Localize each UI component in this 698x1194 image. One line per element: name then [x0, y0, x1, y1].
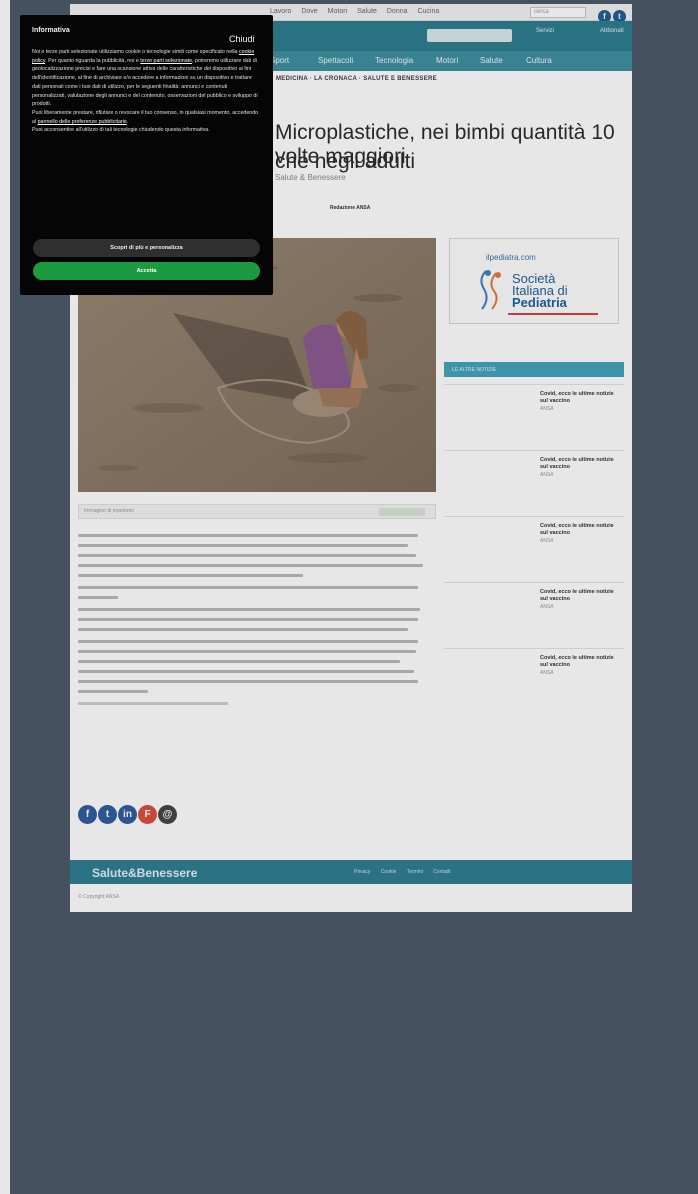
masthead-services-button[interactable]: Servizi	[536, 27, 554, 35]
paragraph-2	[78, 586, 436, 599]
sidebar-news-item[interactable]: Covid, ecco le ultime notizie sul vaccin…	[444, 450, 624, 516]
nav-item[interactable]: Cultura	[526, 56, 552, 65]
news-thumbnail	[444, 655, 532, 695]
third-parties-link[interactable]: terze parti selezionate	[140, 58, 192, 64]
cookie-dialog-text: Noi e terze parti selezionate utilizziam…	[32, 49, 259, 134]
top-link[interactable]: Motori	[328, 8, 347, 15]
top-link[interactable]: Lavoro	[270, 8, 291, 15]
ad-divider	[508, 313, 598, 315]
image-caption-bar: Immagine di repertorio	[78, 504, 436, 519]
article-headline-line-2: che negli adulti	[275, 150, 416, 173]
nav-item[interactable]: Spettacoli	[318, 56, 353, 65]
news-source: ANSA	[540, 538, 554, 544]
article-body	[78, 534, 436, 714]
article-author: Salute & Benessere	[275, 173, 346, 182]
ad-url: ilpediatra.com	[486, 253, 536, 262]
footer-copyright: © Copyright ANSA	[78, 894, 120, 900]
facebook-icon[interactable]: f	[78, 805, 97, 824]
cookie-consent-dialog: Informativa Chiudi Noi e terze parti sel…	[20, 15, 273, 295]
ad-title-line-3: Pediatria	[512, 295, 567, 310]
caption-tag	[379, 508, 425, 516]
news-title: Covid, ecco le ultime notizie sul vaccin…	[540, 589, 620, 611]
top-search-input[interactable]: cerca	[530, 7, 586, 18]
breadcrumb: MEDICINA · LA CRONACA · SALUTE E BENESSE…	[276, 76, 437, 82]
accept-button[interactable]: Accetta	[33, 262, 260, 280]
news-source: ANSA	[540, 604, 554, 610]
sidebar-news-item[interactable]: Covid, ecco le ultime notizie sul vaccin…	[444, 648, 624, 714]
footer-link[interactable]: Contatti	[433, 869, 450, 875]
top-links: Lavoro Dove Motori Salute Donna Cucina	[270, 8, 447, 15]
news-thumbnail	[444, 523, 532, 563]
sidebar-section-title: LE ALTRE NOTIZIE	[444, 362, 624, 377]
news-source: ANSA	[540, 406, 554, 412]
customize-button[interactable]: Scopri di più e personalizza	[33, 239, 260, 257]
sidebar-news-item[interactable]: Covid, ecco le ultime notizie sul vaccin…	[444, 384, 624, 450]
paragraph-1	[78, 534, 436, 577]
linkedin-icon[interactable]: in	[118, 805, 137, 824]
footer-link[interactable]: Termini	[407, 869, 423, 875]
footer-links: Privacy Cookie Termini Contatti	[354, 869, 459, 875]
top-link[interactable]: Dove	[301, 8, 317, 15]
paragraph-4	[78, 640, 436, 693]
pediatria-logo-icon	[480, 270, 501, 310]
news-source: ANSA	[540, 670, 554, 676]
sidebar-news-item[interactable]: Covid, ecco le ultime notizie sul vaccin…	[444, 582, 624, 648]
news-title: Covid, ecco le ultime notizie sul vaccin…	[540, 391, 620, 413]
nav-item[interactable]: Motori	[436, 56, 458, 65]
article-meta: Redazione ANSA	[330, 205, 370, 211]
top-link[interactable]: Donna	[387, 8, 408, 15]
cookie-close-button[interactable]: Chiudi	[229, 34, 255, 44]
site-footer: Salute&Benessere Privacy Cookie Termini …	[70, 860, 632, 884]
news-source: ANSA	[540, 472, 554, 478]
top-link[interactable]: Salute	[357, 8, 377, 15]
nav-item[interactable]: Salute	[480, 56, 503, 65]
news-thumbnail	[444, 589, 532, 629]
footer-logo[interactable]: Salute&Benessere	[92, 866, 197, 880]
news-title: Covid, ecco le ultime notizie sul vaccin…	[540, 523, 620, 545]
email-icon[interactable]: @	[158, 805, 177, 824]
twitter-icon[interactable]: t	[98, 805, 117, 824]
preferences-panel-link[interactable]: pannello delle preferenze pubblicitarie	[38, 119, 127, 125]
masthead-subscribe-button[interactable]: Abbonati	[600, 27, 624, 35]
paragraph-3	[78, 608, 436, 631]
footer-link[interactable]: Privacy	[354, 869, 370, 875]
article-source: Redazione ANSA	[330, 205, 371, 211]
share-icons: f t in F @	[78, 804, 178, 824]
cookie-dialog-title: Informativa	[32, 27, 70, 34]
sidebar-news-item[interactable]: Covid, ecco le ultime notizie sul vaccin…	[444, 516, 624, 582]
flipboard-icon[interactable]: F	[138, 805, 157, 824]
news-thumbnail	[444, 391, 532, 431]
paragraph-5	[78, 702, 436, 705]
image-caption: Immagine di repertorio	[84, 508, 135, 514]
ad-banner[interactable]: ilpediatra.com Società Italiana di Pedia…	[449, 238, 619, 324]
nav-item[interactable]: Tecnologia	[375, 56, 413, 65]
masthead-search-input[interactable]	[427, 29, 512, 42]
news-title: Covid, ecco le ultime notizie sul vaccin…	[540, 457, 620, 479]
left-edge-strip	[0, 0, 10, 1194]
news-thumbnail	[444, 457, 532, 497]
top-link[interactable]: Cucina	[417, 8, 439, 15]
news-title: Covid, ecco le ultime notizie sul vaccin…	[540, 655, 620, 677]
footer-link[interactable]: Cookie	[381, 869, 397, 875]
